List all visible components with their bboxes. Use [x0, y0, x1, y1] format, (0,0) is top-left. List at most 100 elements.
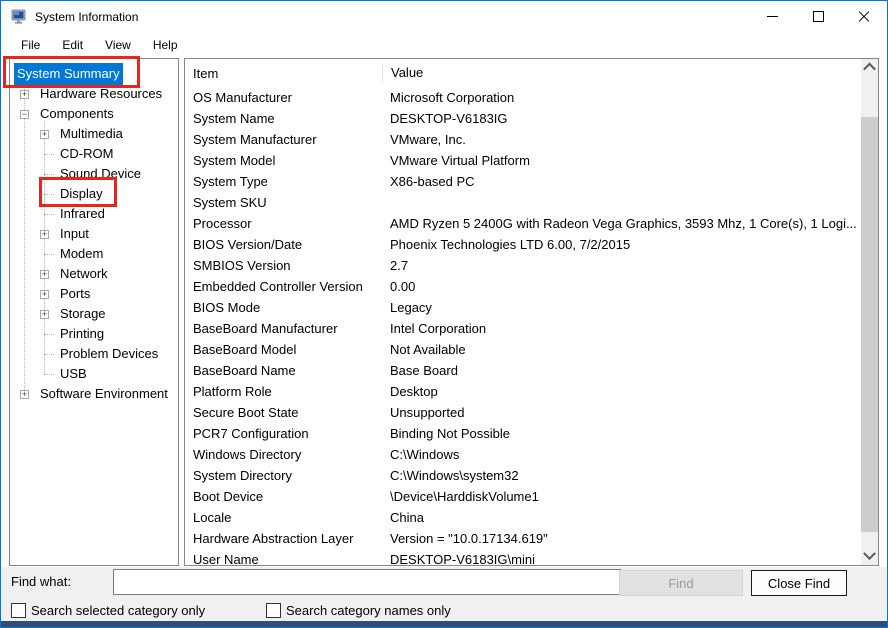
tree-expander-icon[interactable]: +	[40, 310, 49, 319]
menu-bar: File Edit View Help	[1, 33, 887, 57]
table-cell-value: X86-based PC	[382, 174, 861, 189]
table-row-system-name[interactable]: System Name DESKTOP-V6183IG	[185, 108, 861, 129]
tree-item-cd-rom[interactable]: CD-ROM	[10, 144, 178, 164]
find-what-label: Find what:	[11, 574, 71, 589]
table-row-pcr7-configuration[interactable]: PCR7 Configuration Binding Not Possible	[185, 423, 861, 444]
table-cell-item: SMBIOS Version	[185, 258, 382, 273]
table-row-smbios-version[interactable]: SMBIOS Version 2.7	[185, 255, 861, 276]
vertical-scrollbar[interactable]	[861, 59, 878, 565]
chevron-up-icon	[863, 63, 876, 76]
tree-expander-icon[interactable]: +	[40, 230, 49, 239]
tree-item-label: Problem Devices	[57, 343, 161, 365]
table-cell-item: Boot Device	[185, 489, 382, 504]
table-row-system-type[interactable]: System Type X86-based PC	[185, 171, 861, 192]
maximize-icon	[813, 11, 824, 22]
table-cell-value: VMware Virtual Platform	[382, 153, 861, 168]
table-cell-item: Windows Directory	[185, 447, 382, 462]
table-row-embedded-controller-version[interactable]: Embedded Controller Version 0.00	[185, 276, 861, 297]
table-row-locale[interactable]: Locale China	[185, 507, 861, 528]
column-header-value[interactable]: Value	[382, 63, 861, 83]
tree-item-printing[interactable]: Printing	[10, 324, 178, 344]
tree-item-label: Ports	[57, 283, 93, 305]
window-bottom-edge	[1, 621, 887, 627]
table-cell-item: System Type	[185, 174, 382, 189]
minimize-button[interactable]	[749, 1, 795, 32]
scroll-up-button[interactable]	[861, 59, 878, 76]
system-information-window: System Information File Edit View Help S…	[0, 0, 888, 628]
tree-item-infrared[interactable]: Infrared	[10, 204, 178, 224]
menu-file[interactable]: File	[15, 35, 46, 55]
search-category-names-checkbox[interactable]	[266, 603, 281, 618]
find-button[interactable]: Find	[619, 570, 743, 596]
close-find-button[interactable]: Close Find	[751, 570, 847, 596]
table-row-baseboard-model[interactable]: BaseBoard Model Not Available	[185, 339, 861, 360]
tree-item-system-summary[interactable]: System Summary	[10, 64, 178, 84]
tree-item-label: System Summary	[14, 63, 123, 85]
table-row-processor[interactable]: Processor AMD Ryzen 5 2400G with Radeon …	[185, 213, 861, 234]
search-selected-category-checkbox[interactable]	[11, 603, 26, 618]
tree-item-display[interactable]: Display	[10, 184, 178, 204]
list-header: Item Value	[185, 59, 861, 87]
table-cell-item: User Name	[185, 552, 382, 565]
table-cell-value: AMD Ryzen 5 2400G with Radeon Vega Graph…	[382, 216, 861, 231]
maximize-button[interactable]	[795, 1, 841, 32]
table-row-secure-boot-state[interactable]: Secure Boot State Unsupported	[185, 402, 861, 423]
search-category-names-label: Search category names only	[286, 603, 451, 618]
table-cell-value: Not Available	[382, 342, 861, 357]
table-row-system-sku[interactable]: System SKU	[185, 192, 861, 213]
table-cell-item: BIOS Version/Date	[185, 237, 382, 252]
table-row-windows-directory[interactable]: Windows Directory C:\Windows	[185, 444, 861, 465]
table-cell-value: Unsupported	[382, 405, 861, 420]
tree-item-multimedia[interactable]: + Multimedia	[10, 124, 178, 144]
tree-item-label: Hardware Resources	[37, 83, 165, 105]
tree-item-input[interactable]: + Input	[10, 224, 178, 244]
table-row-baseboard-manufacturer[interactable]: BaseBoard Manufacturer Intel Corporation	[185, 318, 861, 339]
tree-item-label: Modem	[57, 243, 106, 265]
menu-edit[interactable]: Edit	[56, 35, 89, 55]
tree-item-software-environment[interactable]: + Software Environment	[10, 384, 178, 404]
table-row-baseboard-name[interactable]: BaseBoard Name Base Board	[185, 360, 861, 381]
minimize-icon	[767, 16, 778, 17]
menu-help[interactable]: Help	[147, 35, 184, 55]
menu-view[interactable]: View	[99, 35, 137, 55]
tree-expander-icon[interactable]: −	[20, 110, 29, 119]
tree-item-sound-device[interactable]: Sound Device	[10, 164, 178, 184]
table-row-system-manufacturer[interactable]: System Manufacturer VMware, Inc.	[185, 129, 861, 150]
tree-item-problem-devices[interactable]: Problem Devices	[10, 344, 178, 364]
tree-expander-icon[interactable]: +	[20, 390, 29, 399]
tree-item-components[interactable]: − Components	[10, 104, 178, 124]
tree-item-label: Network	[57, 263, 111, 285]
scroll-down-button[interactable]	[861, 548, 878, 565]
table-row-os-manufacturer[interactable]: OS Manufacturer Microsoft Corporation	[185, 87, 861, 108]
column-header-item[interactable]: Item	[185, 66, 382, 81]
table-row-boot-device[interactable]: Boot Device \Device\HarddiskVolume1	[185, 486, 861, 507]
close-button[interactable]	[841, 1, 887, 32]
table-row-bios-mode[interactable]: BIOS Mode Legacy	[185, 297, 861, 318]
tree-item-ports[interactable]: + Ports	[10, 284, 178, 304]
tree-expander-icon[interactable]: +	[40, 130, 49, 139]
table-cell-value: 2.7	[382, 258, 861, 273]
table-cell-value: VMware, Inc.	[382, 132, 861, 147]
tree-item-label: CD-ROM	[57, 143, 116, 165]
scrollbar-thumb[interactable]	[861, 117, 878, 532]
table-cell-value: Legacy	[382, 300, 861, 315]
tree-expander-icon[interactable]: +	[40, 270, 49, 279]
title-bar: System Information	[1, 1, 887, 33]
tree-expander-icon[interactable]: +	[20, 90, 29, 99]
table-row-bios-version-date[interactable]: BIOS Version/Date Phoenix Technologies L…	[185, 234, 861, 255]
tree-item-storage[interactable]: + Storage	[10, 304, 178, 324]
table-row-user-name[interactable]: User Name DESKTOP-V6183IG\mini	[185, 549, 861, 565]
tree-item-hardware-resources[interactable]: + Hardware Resources	[10, 84, 178, 104]
table-row-system-model[interactable]: System Model VMware Virtual Platform	[185, 150, 861, 171]
find-input[interactable]	[113, 569, 621, 595]
tree-expander-icon[interactable]: +	[40, 290, 49, 299]
table-row-system-directory[interactable]: System Directory C:\Windows\system32	[185, 465, 861, 486]
table-row-platform-role[interactable]: Platform Role Desktop	[185, 381, 861, 402]
table-cell-value: Desktop	[382, 384, 861, 399]
tree-item-usb[interactable]: USB	[10, 364, 178, 384]
tree-item-network[interactable]: + Network	[10, 264, 178, 284]
search-selected-category-option: Search selected category only	[11, 603, 205, 618]
tree-item-modem[interactable]: Modem	[10, 244, 178, 264]
tree-item-label: Printing	[57, 323, 107, 345]
table-row-hardware-abstraction-layer[interactable]: Hardware Abstraction Layer Version = "10…	[185, 528, 861, 549]
